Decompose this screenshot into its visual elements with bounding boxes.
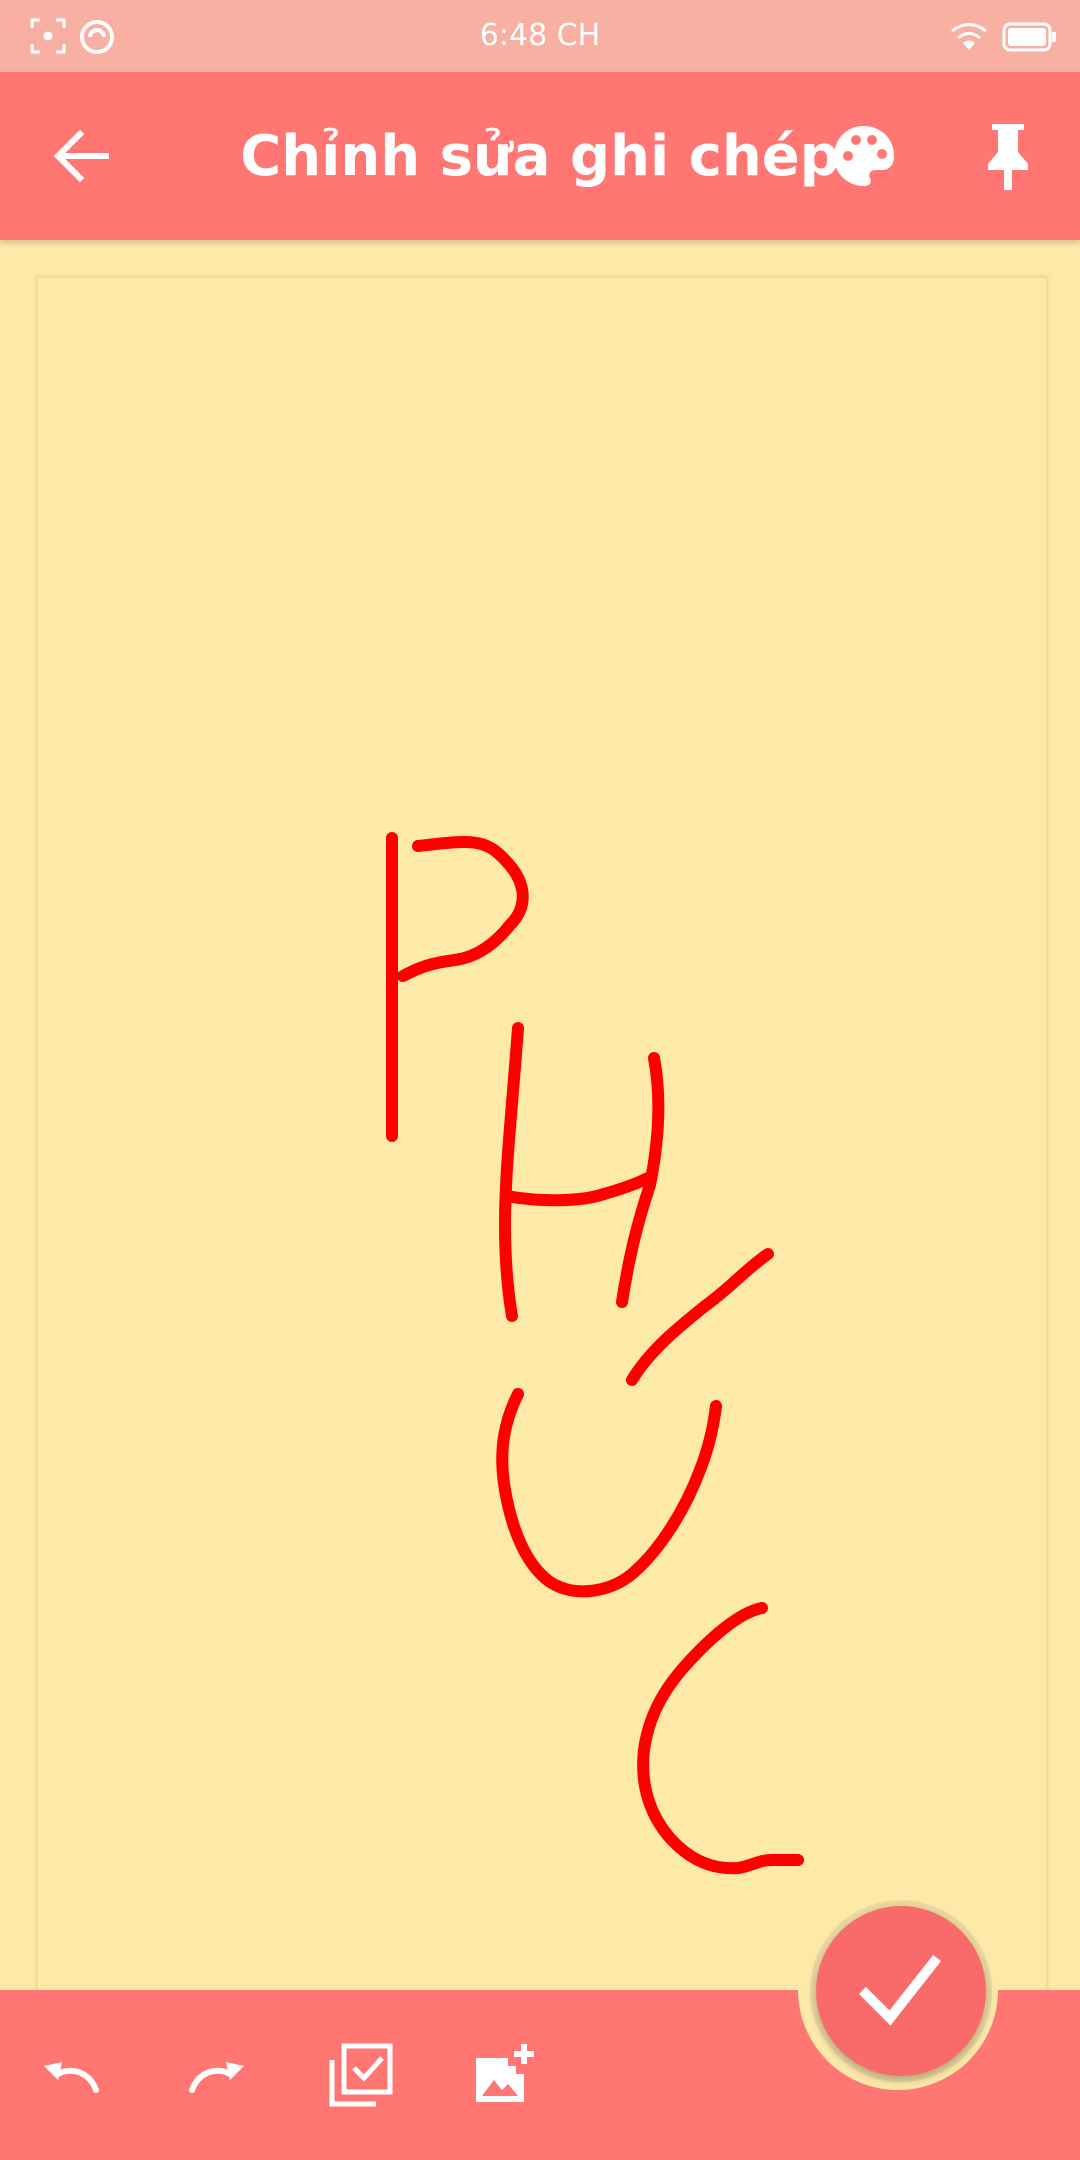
add-image-icon[interactable]	[468, 2040, 540, 2112]
handwriting-drawing	[386, 832, 804, 1875]
save-fab-button[interactable]	[816, 1906, 986, 2076]
redo-icon[interactable]	[180, 2040, 252, 2112]
undo-icon[interactable]	[36, 2040, 108, 2112]
checklist-icon[interactable]	[324, 2040, 396, 2112]
check-icon	[858, 1954, 942, 2026]
